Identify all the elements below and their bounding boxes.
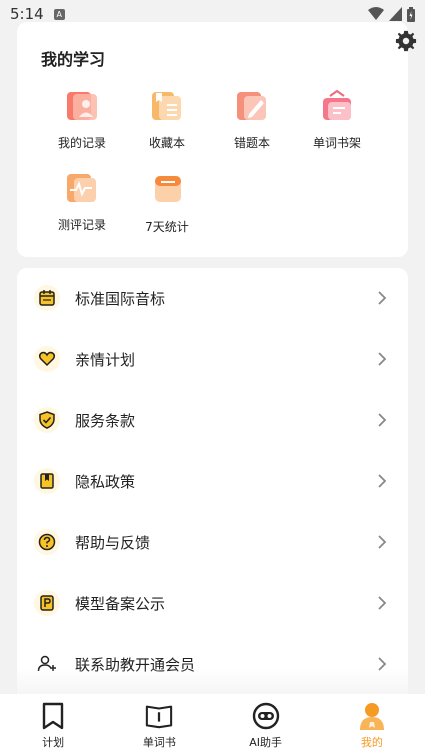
menu-item-label: 亲情计划 [75, 350, 136, 369]
bookmark-icon [39, 702, 67, 730]
menu-item-label: 帮助与反馈 [75, 533, 151, 552]
favorites-button[interactable]: 收藏本 [125, 90, 209, 151]
book-icon [145, 702, 173, 730]
bottom-tab-bar: 计划 单词书 AI助手 我的 [0, 694, 425, 755]
seven-day-stats-button[interactable]: 7天统计 [125, 172, 209, 235]
assessment-records-icon [65, 172, 99, 206]
assessment-records-label: 测评记录 [57, 218, 106, 232]
favorites-label: 收藏本 [148, 136, 185, 150]
tab-plan[interactable]: 计划 [0, 694, 106, 755]
menu-item-privacy[interactable]: 隐私政策 [17, 456, 408, 506]
tab-me[interactable]: 我的 [319, 694, 425, 755]
menu-item-family-plan[interactable]: 亲情计划 [17, 334, 408, 384]
seven-day-stats-label: 7天统计 [145, 220, 189, 234]
robot-icon [252, 702, 280, 730]
signal-icon [389, 7, 402, 21]
menu-item-label: 模型备案公示 [75, 594, 166, 613]
word-bookshelf-button[interactable]: 单词书架 [295, 89, 379, 151]
status-time: 5:14 [10, 5, 44, 23]
chevron-right-icon [378, 291, 387, 305]
assessment-records-button[interactable]: 测评记录 [40, 172, 124, 233]
my-study-title: 我的学习 [41, 50, 106, 69]
settings-button[interactable] [393, 28, 419, 54]
shield-check-icon [34, 407, 60, 433]
menu-item-label: 标准国际音标 [75, 289, 166, 308]
my-records-icon [65, 90, 99, 124]
my-study-card: 我的学习 我的记录 收藏本 错题本 单词书架 测评记录 7天统计 [17, 22, 408, 257]
my-records-label: 我的记录 [57, 136, 106, 150]
notification-icon: A [53, 8, 65, 20]
tab-ai-assistant[interactable]: AI助手 [213, 694, 319, 755]
tab-label: 我的 [360, 736, 383, 749]
bookmark-doc-icon [34, 468, 60, 494]
chevron-right-icon [378, 352, 387, 366]
chevron-right-icon [378, 413, 387, 427]
menu-item-help-feedback[interactable]: 帮助与反馈 [17, 517, 408, 567]
p-badge-icon [34, 590, 60, 616]
seven-day-stats-icon [150, 172, 184, 206]
chevron-right-icon [378, 596, 387, 610]
profile-icon [358, 702, 386, 730]
mistakes-book-icon [235, 90, 269, 124]
menu-item-phonetics[interactable]: 标准国际音标 [17, 273, 408, 323]
question-icon [34, 529, 60, 555]
calendar-icon [34, 285, 60, 311]
chevron-right-icon [378, 657, 387, 671]
gear-icon [395, 30, 417, 52]
favorites-icon [150, 90, 184, 124]
menu-item-label: 隐私政策 [75, 472, 136, 491]
wifi-icon [368, 7, 384, 20]
tab-label: 计划 [42, 736, 65, 749]
menu-item-contact-tutor[interactable]: 联系助教开通会员 [17, 639, 408, 689]
tab-label: AI助手 [249, 736, 283, 749]
menu-item-terms[interactable]: 服务条款 [17, 395, 408, 445]
chevron-right-icon [378, 535, 387, 549]
tab-wordbook[interactable]: 单词书 [106, 694, 212, 755]
mistakes-book-label: 错题本 [233, 136, 270, 150]
chevron-right-icon [378, 474, 387, 488]
heart-icon [34, 346, 60, 372]
my-records-button[interactable]: 我的记录 [40, 90, 124, 151]
menu-item-label: 联系助教开通会员 [75, 655, 196, 674]
add-user-icon [34, 651, 60, 677]
word-bookshelf-label: 单词书架 [312, 136, 361, 150]
status-right [368, 6, 415, 22]
menu-item-model-filing[interactable]: 模型备案公示 [17, 578, 408, 628]
mistakes-book-button[interactable]: 错题本 [210, 90, 294, 151]
tab-label: 单词书 [142, 736, 176, 749]
word-bookshelf-icon [320, 89, 354, 124]
menu-item-label: 服务条款 [75, 411, 136, 430]
battery-icon [407, 6, 415, 22]
menu-card: 标准国际音标 亲情计划 服务条款 隐私政策 帮助与反馈 模型备案公示 联系助教开… [17, 268, 408, 708]
